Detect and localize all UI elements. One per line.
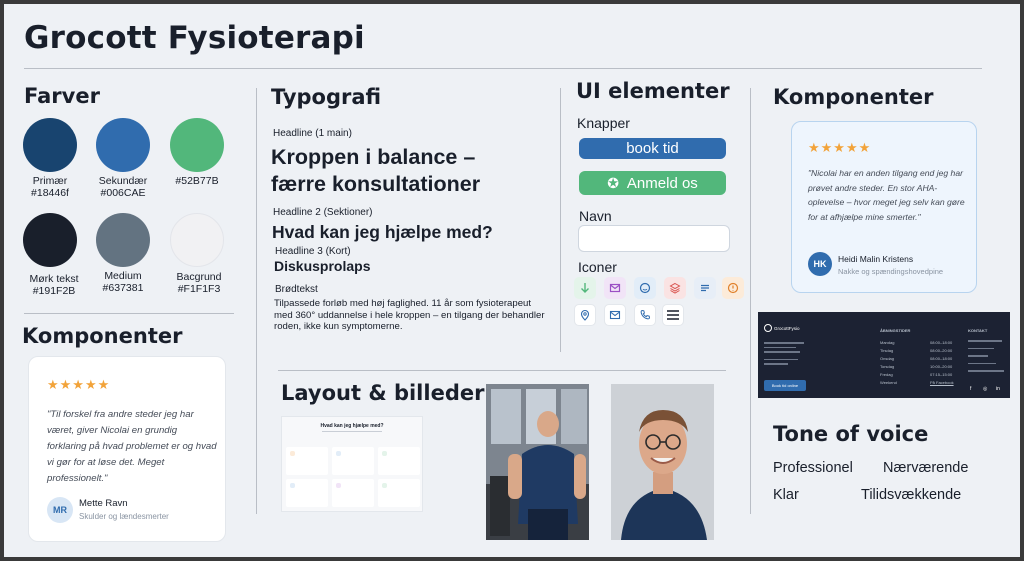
book-button[interactable]: book tid — [579, 138, 726, 159]
icons-label: Iconer — [578, 259, 617, 275]
layout-preview-card — [332, 447, 374, 475]
arrow-down-icon[interactable] — [574, 277, 596, 299]
column-divider-3 — [750, 88, 751, 514]
tone-heading: Tone of voice — [773, 422, 929, 446]
column-divider-2 — [560, 88, 561, 352]
swatch-primary — [23, 118, 77, 172]
name-input[interactable] — [578, 225, 730, 252]
footer-logo: GrocottFysio — [764, 324, 800, 332]
instagram-icon[interactable]: ◎ — [983, 386, 987, 392]
menu-icon[interactable] — [662, 304, 684, 326]
swatch-medium — [96, 213, 150, 267]
footer-hours-4: 07:15–15:00 — [930, 372, 953, 377]
facebook-icon[interactable]: f — [970, 386, 971, 392]
swatch-dark-text — [23, 213, 77, 267]
alert-circle-icon[interactable] — [722, 277, 744, 299]
smile-icon[interactable] — [634, 277, 656, 299]
logo-icon — [764, 324, 772, 332]
h2-sample: Hvad kan jeg hjælpe med? — [272, 222, 493, 242]
swatch-secondary — [96, 118, 150, 172]
body-sample: Tilpassede forløb med høj faglighed. 11 … — [274, 298, 545, 332]
tone-word-professional: Professionel — [773, 460, 853, 476]
footer-day-1: Tirsdag — [880, 348, 894, 353]
tone-word-present: Nærværende — [883, 460, 969, 476]
footer-mockup: GrocottFysio Book tid online ÅBNINGSTIDE… — [758, 312, 1010, 398]
swatch-green — [170, 118, 224, 172]
body-label: Brødtekst — [275, 284, 318, 295]
footer-contact-lines — [968, 340, 1004, 372]
testimonial-subtitle-right: Nakke og spændingshovedpine — [838, 267, 944, 276]
layout-heading: Layout & billeder — [281, 381, 485, 405]
testimonial-subtitle-left: Skulder og lændesmerter — [79, 512, 169, 521]
testimonial-quote-left: "Til forskel fra andre steder jeg har væ… — [47, 409, 217, 484]
swatch-label-background: Bacgrund #F1F1F3 — [176, 271, 222, 295]
typography-divider — [278, 370, 726, 371]
avatar-right: HK — [808, 252, 832, 276]
buttons-label: Knapper — [577, 115, 630, 131]
phone-icon[interactable] — [634, 304, 656, 326]
components-right-heading: Komponenter — [773, 85, 934, 109]
footer-hours-1: 08:00–20:00 — [930, 348, 953, 353]
column-divider-1 — [256, 88, 257, 514]
star-badge-icon: ✪ — [607, 174, 619, 191]
rating-stars-left: ★★★★★ — [47, 377, 111, 392]
layout-preview-card — [286, 479, 328, 507]
mail-icon[interactable] — [604, 304, 626, 326]
linkedin-icon[interactable]: in — [996, 386, 1000, 392]
typography-heading: Typografi — [271, 85, 382, 109]
layout-preview-card — [378, 479, 420, 507]
footer-book-button[interactable]: Book tid online — [764, 380, 806, 391]
layout-preview-subtitle — [322, 431, 382, 432]
footer-hours-0: 08:00–18:00 — [930, 340, 953, 345]
testimonial-name-left: Mette Ravn — [79, 498, 128, 509]
tone-word-clear: Klar — [773, 487, 799, 503]
page-title: Grocott Fysioterapi — [24, 20, 365, 56]
swatch-background — [170, 213, 224, 267]
review-button[interactable]: ✪ Anmeld os — [579, 171, 726, 195]
footer-hours-5[interactable]: På Facebook — [930, 380, 954, 385]
h3-label: Headline 3 (Kort) — [275, 246, 351, 257]
ui-heading: UI elementer — [576, 79, 730, 103]
swatch-label-green: #52B77B — [175, 175, 219, 187]
title-divider — [24, 68, 982, 69]
rating-stars-right: ★★★★★ — [808, 140, 872, 155]
photo-portrait — [611, 384, 714, 540]
footer-day-4: Fredag — [880, 372, 893, 377]
h2-label: Headline 2 (Sektioner) — [273, 207, 373, 218]
map-pin-icon[interactable] — [574, 304, 596, 326]
colors-heading: Farver — [24, 84, 100, 108]
layout-preview-title: Hvad kan jeg hjælpe med? — [320, 423, 384, 429]
tone-word-trustworthy: Tilidsvækkende — [861, 487, 962, 503]
layout-preview: Hvad kan jeg hjælpe med? — [281, 416, 423, 512]
style-guide-board: Grocott Fysioterapi Farver Primær #18446f… — [4, 4, 1020, 557]
footer-hours-3: 10:00–20:00 — [930, 364, 953, 369]
layers-icon[interactable] — [664, 277, 686, 299]
layout-preview-card — [286, 447, 328, 475]
footer-day-3: Torsdag — [880, 364, 895, 369]
footer-hours-heading: ÅBNINGSTIDER — [880, 328, 911, 333]
footer-hours-2: 08:00–18:00 — [930, 356, 953, 361]
photo-gym — [486, 384, 589, 540]
envelope-open-icon[interactable] — [604, 277, 626, 299]
name-label: Navn — [579, 208, 612, 224]
footer-day-2: Onsdag — [880, 356, 895, 361]
h1-label: Headline (1 main) — [273, 128, 352, 139]
layout-preview-card — [332, 479, 374, 507]
components-left-heading: Komponenter — [22, 324, 183, 348]
h3-sample: Diskusprolaps — [274, 258, 371, 274]
layout-preview-card — [378, 447, 420, 475]
h1-sample: Kroppen i balance – færre konsultationer — [271, 145, 481, 196]
footer-day-5: Weekend — [880, 380, 897, 385]
testimonial-card-right: ★★★★★ "Nicolai har en anden tilgang end … — [791, 121, 977, 293]
testimonial-name-right: Heidi Malin Kristens — [838, 254, 914, 264]
avatar-left: MR — [47, 497, 73, 523]
footer-about-lines — [764, 342, 804, 365]
footer-contact-heading: KONTAKT — [968, 328, 988, 333]
footer-day-0: Mandag — [880, 340, 895, 345]
colors-divider — [24, 313, 234, 314]
testimonial-quote-right: "Nicolai har en anden tilgang end jeg ha… — [808, 168, 965, 222]
testimonial-card-left: ★★★★★ "Til forskel fra andre steder jeg … — [28, 356, 226, 542]
text-lines-icon[interactable] — [694, 277, 716, 299]
